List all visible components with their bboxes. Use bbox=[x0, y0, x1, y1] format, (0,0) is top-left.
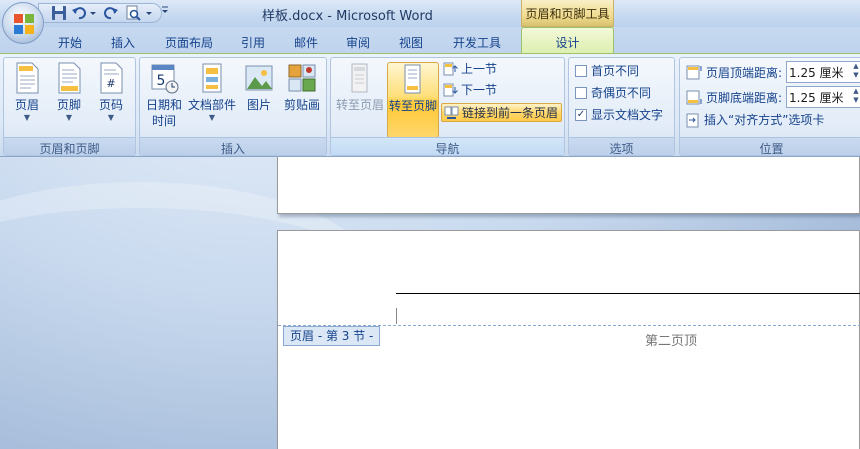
tab-home[interactable]: 开始 bbox=[48, 31, 92, 53]
document-page-1[interactable] bbox=[277, 157, 860, 214]
group-insert: 5 日期和 时间 文档部件 ▼ 图片 剪贴画 插入 bbox=[139, 57, 327, 156]
go-to-footer-button[interactable]: 转至页脚 bbox=[387, 62, 439, 138]
next-section-button[interactable]: 下一节 bbox=[441, 81, 497, 100]
window-title: 样板.docx - Microsoft Word bbox=[262, 9, 433, 24]
quick-parts-button[interactable]: 文档部件 ▼ bbox=[186, 62, 238, 134]
chevron-down-icon: ▼ bbox=[23, 113, 31, 122]
tab-insert[interactable]: 插入 bbox=[100, 31, 146, 53]
calendar-clock-icon: 5 bbox=[151, 64, 179, 94]
header-from-top-input[interactable] bbox=[786, 61, 860, 83]
tab-view[interactable]: 视图 bbox=[388, 31, 434, 53]
title-bar: 样板.docx - Microsoft Word 页眉和页脚工具 bbox=[0, 0, 860, 27]
checkmark-icon: ✓ bbox=[575, 109, 587, 121]
group-navigation: 转至页眉 转至页脚 上一节 下一节 链接到前一条页眉 导航 bbox=[330, 57, 565, 156]
quick-access-toolbar bbox=[38, 3, 162, 23]
previous-section-icon bbox=[443, 62, 458, 76]
group-options: 首页不同 奇偶页不同 ✓ 显示文档文字 选项 bbox=[568, 57, 675, 156]
show-document-text-checkbox[interactable]: ✓ 显示文档文字 bbox=[571, 107, 663, 123]
svg-text:5: 5 bbox=[157, 73, 166, 89]
footer-icon bbox=[58, 62, 81, 94]
header-button[interactable]: 页眉 ▼ bbox=[8, 62, 46, 134]
different-first-page-checkbox[interactable]: 首页不同 bbox=[571, 63, 639, 79]
quick-parts-icon bbox=[202, 63, 222, 93]
office-logo-icon bbox=[14, 14, 34, 34]
go-to-footer-icon bbox=[404, 64, 421, 94]
document-area[interactable]: 页眉 - 第 3 节 - 第二页顶 bbox=[0, 157, 860, 449]
print-preview-icon[interactable] bbox=[125, 5, 142, 21]
next-section-icon bbox=[443, 83, 458, 97]
page-number-icon: # bbox=[100, 62, 123, 94]
picture-button[interactable]: 图片 bbox=[240, 62, 278, 134]
group-header-footer: 页眉 ▼ 页脚 ▼ # 页码 ▼ 页眉和页脚 bbox=[3, 57, 136, 156]
group-label-options: 选项 bbox=[569, 137, 674, 156]
header-from-top-spinner-icon[interactable]: ▲ ▼ bbox=[850, 62, 860, 82]
alignment-tab-icon bbox=[686, 113, 699, 128]
page-number-button[interactable]: # 页码 ▼ bbox=[92, 62, 130, 134]
footer-from-bottom-input[interactable] bbox=[786, 86, 860, 108]
group-label-position: 位置 bbox=[680, 137, 860, 156]
group-label-insert: 插入 bbox=[140, 137, 326, 156]
office-button[interactable] bbox=[2, 2, 44, 44]
tab-review[interactable]: 审阅 bbox=[336, 31, 380, 53]
undo-icon[interactable] bbox=[71, 5, 88, 21]
group-label-navigation: 导航 bbox=[331, 137, 564, 156]
link-to-previous-button[interactable]: 链接到前一条页眉 bbox=[441, 103, 562, 122]
different-odd-even-checkbox[interactable]: 奇偶页不同 bbox=[571, 85, 651, 101]
tab-mailings[interactable]: 邮件 bbox=[284, 31, 328, 53]
footer-from-bottom-spinner-icon[interactable]: ▲ ▼ bbox=[850, 87, 860, 107]
chevron-down-icon: ▼ bbox=[65, 113, 73, 122]
ribbon-tab-bar: 开始 插入 页面布局 引用 邮件 审阅 视图 开发工具 设计 bbox=[0, 27, 860, 54]
header-position-icon bbox=[686, 65, 702, 80]
go-to-header-button[interactable]: 转至页眉 bbox=[334, 62, 386, 134]
chevron-down-icon: ▼ bbox=[208, 113, 216, 122]
document-page-2[interactable]: 页眉 - 第 3 节 - 第二页顶 bbox=[277, 230, 860, 449]
tab-developer[interactable]: 开发工具 bbox=[443, 31, 511, 53]
print-preview-dropdown-icon[interactable] bbox=[145, 5, 155, 21]
context-tab-group-title: 页眉和页脚工具 bbox=[521, 0, 614, 27]
ribbon: 页眉 ▼ 页脚 ▼ # 页码 ▼ 页眉和页脚 5 日期和 时间 文档部件 ▼ 图… bbox=[0, 53, 860, 157]
svg-text:#: # bbox=[106, 77, 115, 90]
link-to-previous-icon bbox=[444, 106, 459, 119]
footer-position-icon bbox=[686, 90, 702, 105]
previous-section-button[interactable]: 上一节 bbox=[441, 60, 497, 79]
header-section-tag: 页眉 - 第 3 节 - bbox=[283, 326, 381, 346]
header-text[interactable]: 第二页顶 bbox=[645, 330, 697, 349]
insert-alignment-tab-button[interactable]: 插入“对齐方式”选项卡 bbox=[684, 111, 824, 130]
picture-icon bbox=[245, 65, 273, 91]
customize-qat-icon[interactable] bbox=[160, 3, 172, 17]
tab-page-layout[interactable]: 页面布局 bbox=[154, 31, 224, 53]
redo-icon[interactable] bbox=[103, 5, 120, 21]
clip-art-button[interactable]: 剪贴画 bbox=[280, 62, 324, 134]
margin-marker bbox=[396, 308, 397, 324]
tab-references[interactable]: 引用 bbox=[232, 31, 274, 53]
tab-design[interactable]: 设计 bbox=[521, 27, 614, 54]
undo-dropdown-icon[interactable] bbox=[89, 5, 99, 21]
footer-button[interactable]: 页脚 ▼ bbox=[50, 62, 88, 134]
group-position: 页眉顶端距离: ▲▼ 页脚底端距离: ▲▼ 插入“对齐方式”选项卡 位置 bbox=[679, 57, 860, 156]
checkbox-box bbox=[575, 87, 587, 99]
header-icon bbox=[16, 62, 39, 94]
clip-art-icon bbox=[288, 64, 316, 92]
header-border-line bbox=[396, 293, 860, 294]
go-to-header-icon bbox=[351, 63, 368, 93]
checkbox-box bbox=[575, 65, 587, 77]
group-label-header-footer: 页眉和页脚 bbox=[4, 137, 135, 156]
chevron-down-icon: ▼ bbox=[107, 113, 115, 122]
date-time-button[interactable]: 5 日期和 时间 bbox=[144, 62, 184, 134]
save-icon[interactable] bbox=[51, 5, 68, 21]
